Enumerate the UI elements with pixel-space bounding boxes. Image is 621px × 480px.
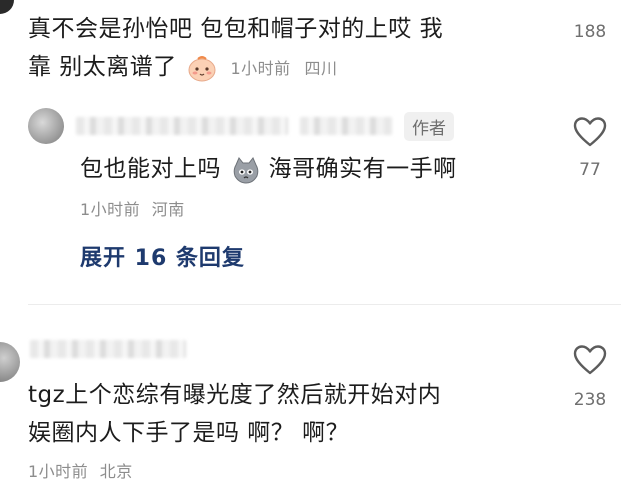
comment-location: 河南 [151,200,185,219]
comment-time: 1小时前 [230,59,291,78]
comment-text-line: 真不会是孙怡吧 包包和帽子对的上哎 我 [28,16,444,42]
like-count: 188 [573,22,607,42]
comment-text-fragment: 海哥确实有一手啊 [268,156,457,182]
comment-location: 四川 [304,59,338,78]
comment-text-fragment: 包也能对上吗 [80,156,221,182]
comment-list: 真不会是孙怡吧 包包和帽子对的上哎 我 靠 别太离谱了 1小时前 四川 188 … [0,0,621,480]
username-blurred[interactable] [76,117,288,135]
comment-meta: 1小时前 北京 [28,458,133,480]
username-blurred[interactable] [300,117,392,135]
like-count: 77 [579,160,601,180]
comment-text-fragment: 靠 别太离谱了 [28,54,177,80]
like-count: 238 [573,390,607,410]
heart-icon[interactable] [572,344,608,376]
divider [28,304,621,305]
avatar[interactable] [0,0,14,14]
username-blurred[interactable] [30,340,186,358]
comment-text-line: 包也能对上吗 海哥确实有一手啊 [80,152,457,186]
comment-text-line: 靠 别太离谱了 1小时前 四川 [28,50,337,86]
expand-replies-button[interactable]: 展开 16 条回复 [80,240,245,272]
comment-time: 1小时前 [80,200,141,219]
comment-meta: 1小时前 河南 [80,196,185,220]
avatar[interactable] [0,342,20,382]
blush-face-icon [187,54,217,82]
cat-face-icon [231,156,261,184]
comment-text-line: 娱圈内人下手了是吗 啊？ 啊？ [28,420,350,446]
author-badge: 作者 [404,112,454,141]
comment-time: 1小时前 [28,462,89,480]
comment-text-line: tgz上个恋综有曝光度了然后就开始对内 [28,382,442,408]
avatar[interactable] [28,108,64,144]
comment-location: 北京 [99,462,133,480]
heart-icon[interactable] [572,116,608,148]
